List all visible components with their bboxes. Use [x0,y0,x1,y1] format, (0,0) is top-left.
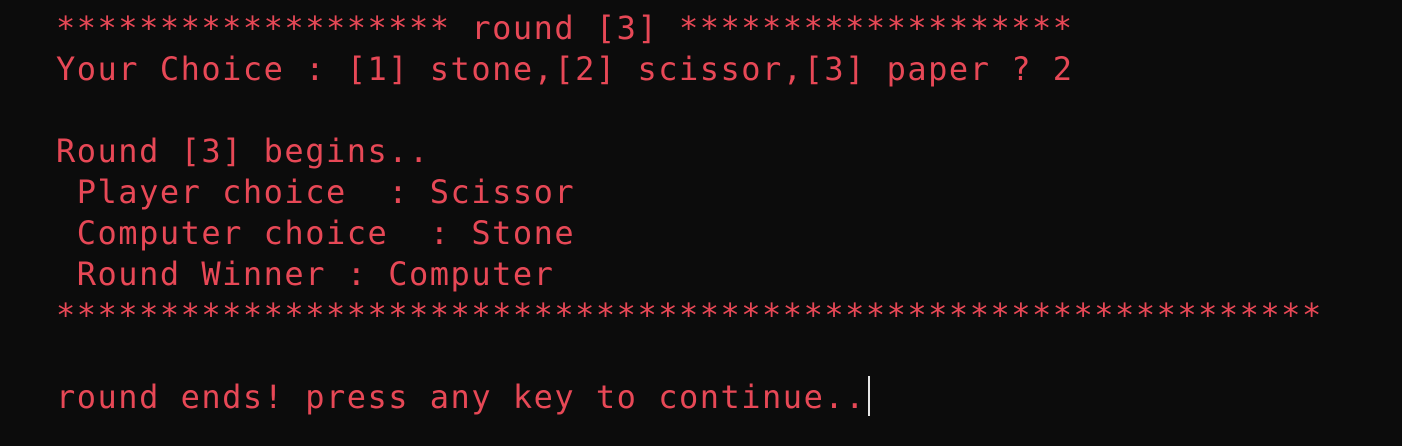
player-choice-text: Player choice : Scissor [56,173,576,211]
continue-prompt-line: round ends! press any key to continue.. [56,376,1402,418]
continue-prompt-text: round ends! press any key to continue.. [56,378,866,416]
text-cursor[interactable] [867,376,870,416]
round-winner-text: Round Winner : Computer [56,255,555,293]
computer-choice-text: Computer choice : Stone [56,214,576,252]
console-window[interactable]: ******************* round [3] **********… [0,0,1402,446]
separator-line: ****************************************… [56,296,1323,334]
round-header-banner: ******************* round [3] **********… [56,9,1074,47]
round-begins-text: Round [3] begins.. [56,132,430,170]
choice-prompt: Your Choice : [1] stone,[2] scissor,[3] … [56,50,1074,88]
